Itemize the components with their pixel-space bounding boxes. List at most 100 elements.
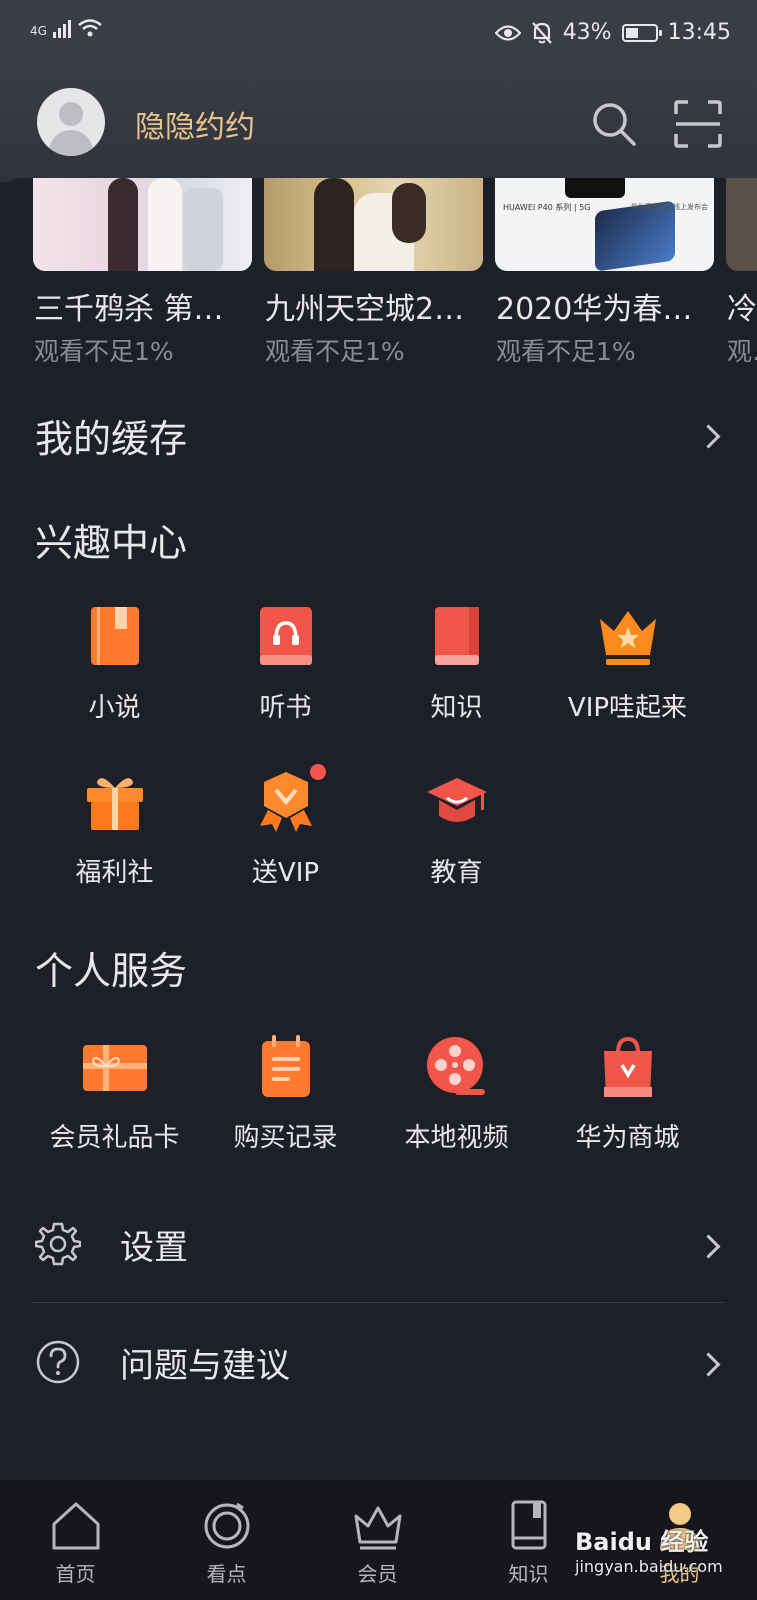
- thumbnail-figure: [148, 178, 182, 271]
- main-panel: 三千鸦杀 第… 观看不足1% 九州天空城2… 观看不足1% HUAWEI P40…: [0, 178, 757, 1480]
- watermark-title: Baidu 经验: [575, 1528, 709, 1556]
- interest-center-title: 兴趣中心: [35, 521, 188, 565]
- book-icon: [511, 1500, 546, 1550]
- tab-kandian[interactable]: 看点: [151, 1480, 302, 1600]
- tab-label: 首页: [55, 1562, 96, 1586]
- history-progress: 观看不足1%: [34, 337, 174, 366]
- history-title: 冷…: [727, 292, 757, 327]
- avatar-body: [49, 130, 93, 156]
- grid-item-label: VIP哇起来: [567, 693, 688, 723]
- profile-header: 隐隐约约: [0, 64, 757, 182]
- grid-item-label: 知识: [430, 693, 483, 723]
- status-right: 43% 13:45: [494, 20, 731, 45]
- gear-icon: [35, 1222, 81, 1266]
- wifi-icon: [78, 19, 102, 37]
- grid-item-huawei-mall[interactable]: 华为商城: [540, 1035, 715, 1154]
- grid-item-label: 送VIP: [251, 858, 320, 888]
- username[interactable]: 隐隐约约: [135, 102, 255, 146]
- thumbnail-figure: [108, 178, 138, 271]
- grid-item-label: 教育: [430, 858, 483, 888]
- grid-item-education[interactable]: 教育: [369, 770, 544, 889]
- shopping-bag-icon: [596, 1035, 660, 1099]
- thumbnail-figure: [183, 188, 223, 271]
- network-type: 4G: [30, 24, 47, 38]
- chevron-right-icon: [696, 1352, 721, 1377]
- avatar[interactable]: [37, 88, 105, 156]
- vip-badge-icon: [254, 764, 326, 834]
- history-title: 九州天空城2…: [265, 292, 465, 327]
- vip-crown-icon: [596, 605, 660, 669]
- history-title: 三千鸦杀 第…: [34, 292, 224, 327]
- thumbnail-brand-text: HUAWEI P40 系列 | 5G: [503, 203, 591, 212]
- thumbnail-event-text: 华为春季新品线上发布会: [631, 203, 708, 211]
- thumbnail-phone: [565, 178, 625, 198]
- grid-item-label: 福利社: [75, 858, 154, 888]
- gift-card-icon: [82, 1035, 147, 1099]
- battery-level-fill: [625, 27, 638, 38]
- grid-item-purchase-record[interactable]: 购买记录: [198, 1035, 373, 1154]
- history-thumbnail: HUAWEI P40 系列 | 5G 华为春季新品线上发布会: [495, 178, 714, 271]
- novel-book-icon: [83, 605, 147, 669]
- avatar-head: [59, 102, 83, 126]
- purchase-record-icon: [254, 1035, 318, 1099]
- grid-item-local-video[interactable]: 本地视频: [369, 1035, 544, 1154]
- status-bar: 4G 43% 13:45: [0, 0, 757, 64]
- feedback-row[interactable]: 问题与建议: [0, 1318, 757, 1408]
- home-icon: [52, 1502, 99, 1550]
- grid-item-label: 会员礼品卡: [49, 1123, 180, 1153]
- knowledge-book-icon: [425, 605, 489, 669]
- tab-home[interactable]: 首页: [0, 1480, 151, 1600]
- battery-icon: [621, 23, 662, 42]
- grid-item-audiobook[interactable]: 听书: [198, 605, 373, 724]
- status-left: 4G: [30, 18, 103, 38]
- grid-item-gift-vip[interactable]: 送VIP: [198, 764, 373, 889]
- grid-item-welfare[interactable]: 福利社: [27, 770, 202, 889]
- history-thumbnail: [33, 178, 252, 271]
- circle-play-icon: [204, 1502, 249, 1549]
- history-thumbnail: [264, 178, 483, 271]
- watch-history: 三千鸦杀 第… 观看不足1% 九州天空城2… 观看不足1% HUAWEI P40…: [0, 178, 757, 378]
- tab-label: 看点: [206, 1562, 247, 1586]
- history-progress: 观看不足1%: [265, 337, 405, 366]
- grid-item-vip-wow[interactable]: VIP哇起来: [540, 605, 715, 724]
- divider: [33, 1302, 725, 1303]
- my-cache-label: 我的缓存: [35, 417, 188, 461]
- chevron-right-icon: [696, 424, 721, 449]
- settings-row[interactable]: 设置: [0, 1200, 757, 1290]
- gift-box-icon: [83, 770, 147, 834]
- audiobook-icon: [254, 605, 318, 669]
- chevron-right-icon: [696, 1234, 721, 1259]
- tab-label: 会员: [357, 1562, 398, 1586]
- clock: 13:45: [667, 20, 731, 45]
- eye-icon: [494, 24, 521, 41]
- baidu-watermark: Baidu 经验 jingyan.baidu.com: [575, 1522, 745, 1576]
- grid-item-label: 购买记录: [233, 1123, 338, 1153]
- grid-item-gift-card[interactable]: 会员礼品卡: [27, 1035, 202, 1154]
- signal-icon: [52, 18, 71, 38]
- my-cache-row[interactable]: 我的缓存: [0, 400, 757, 470]
- history-card[interactable]: 冷… 观…: [726, 178, 757, 366]
- history-card[interactable]: 三千鸦杀 第… 观看不足1%: [33, 178, 252, 366]
- history-card[interactable]: 九州天空城2… 观看不足1%: [264, 178, 483, 366]
- grid-item-label: 听书: [259, 693, 312, 723]
- history-progress: 观…: [727, 337, 757, 366]
- battery-percent: 43%: [562, 20, 612, 45]
- mute-bell-icon: [531, 21, 552, 44]
- thumbnail-figure: [392, 183, 426, 243]
- bottom-tab-bar: 首页 看点 会员 知识 我的 Baidu 经验 jingyan.baidu.co…: [0, 1480, 757, 1600]
- tab-member[interactable]: 会员: [302, 1480, 453, 1600]
- history-card[interactable]: HUAWEI P40 系列 | 5G 华为春季新品线上发布会 2020华为春… …: [495, 178, 714, 366]
- thumbnail-figure: [314, 178, 354, 271]
- personal-services-title: 个人服务: [35, 949, 188, 993]
- watermark-url: jingyan.baidu.com: [575, 1557, 723, 1576]
- history-progress: 观看不足1%: [496, 337, 636, 366]
- grid-item-novel[interactable]: 小说: [27, 605, 202, 724]
- grid-item-knowledge[interactable]: 知识: [369, 605, 544, 724]
- graduation-cap-icon: [425, 770, 489, 834]
- search-icon[interactable]: [588, 98, 640, 150]
- scan-icon[interactable]: [672, 98, 724, 150]
- grid-item-label: 本地视频: [404, 1123, 509, 1153]
- grid-item-label: 华为商城: [575, 1123, 680, 1153]
- grid-item-label: 小说: [88, 693, 141, 723]
- history-title: 2020华为春…: [496, 292, 693, 327]
